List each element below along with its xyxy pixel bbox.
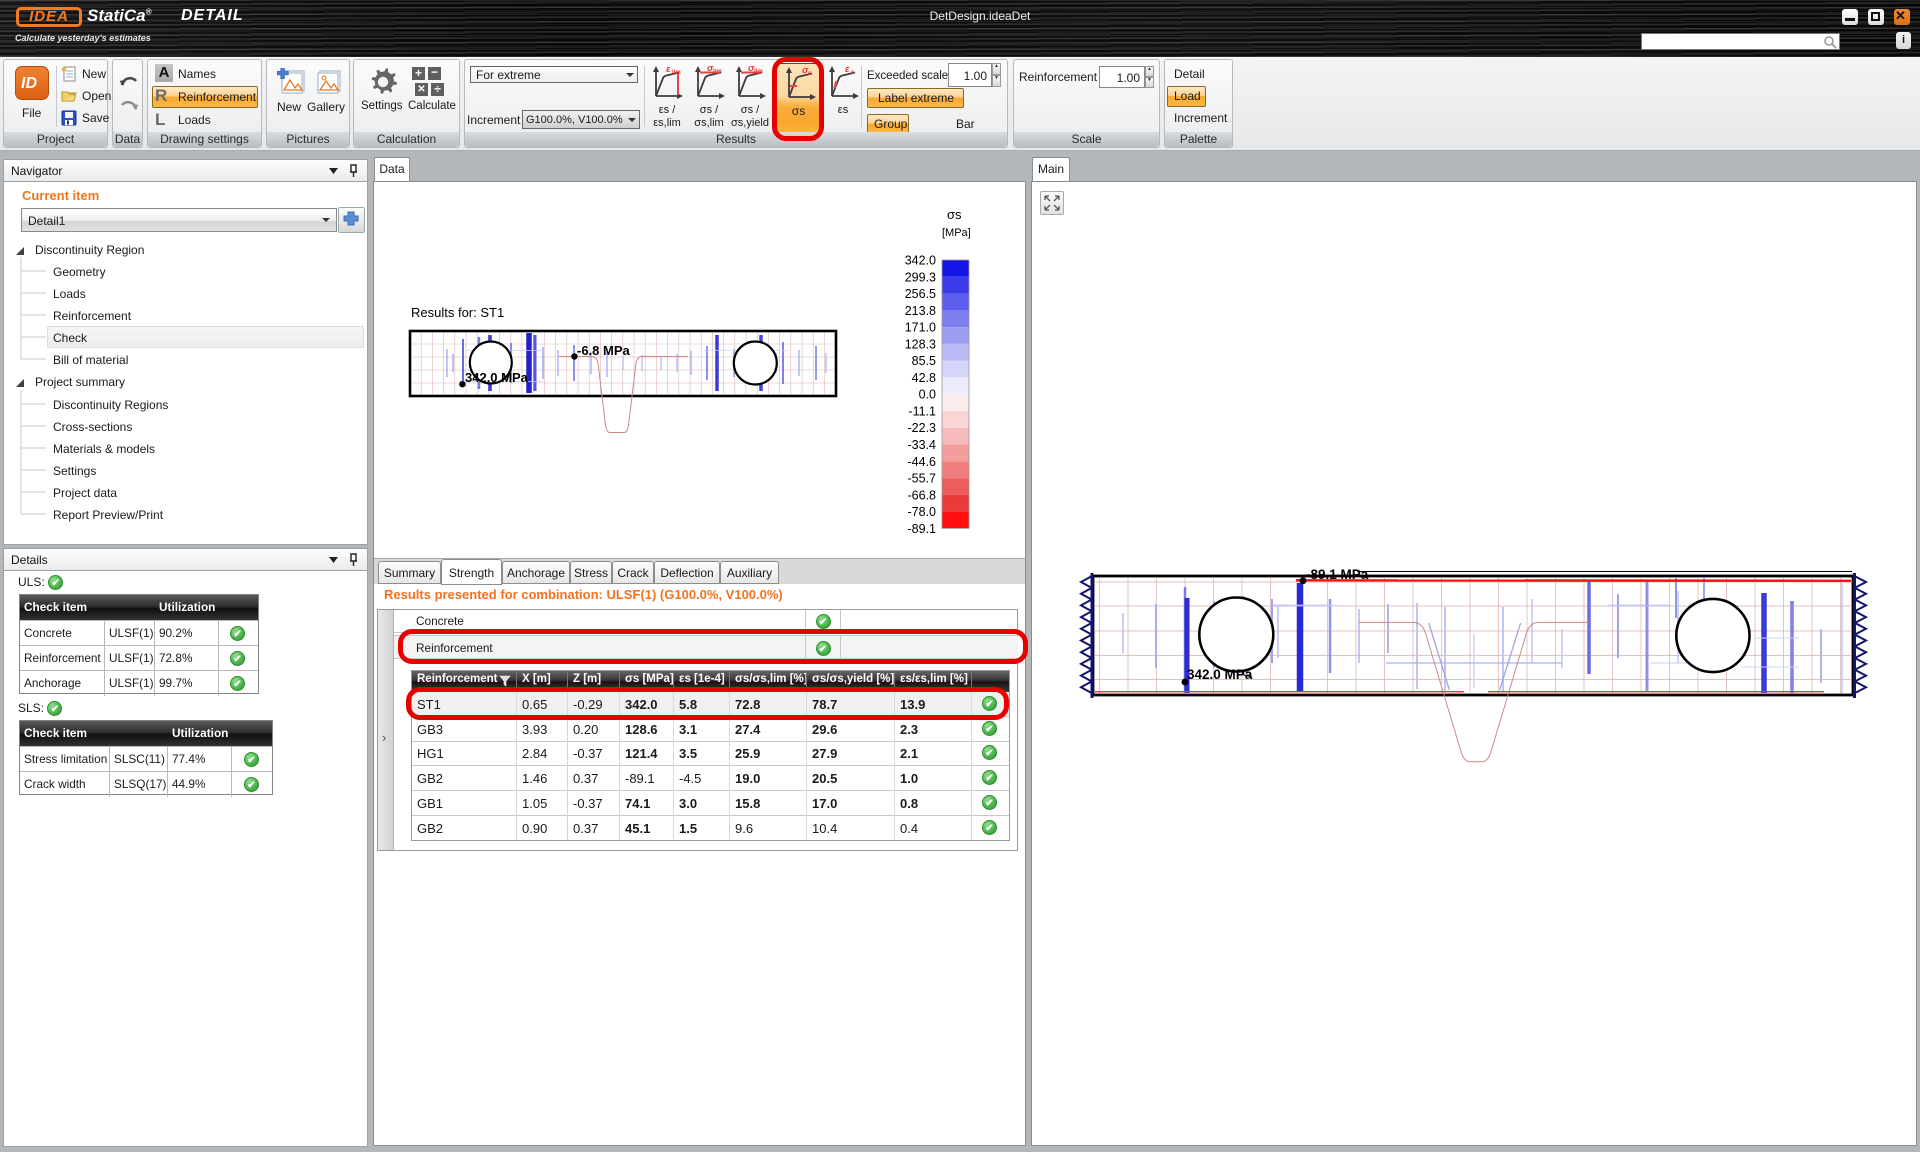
svg-text:128.3: 128.3 xyxy=(905,337,936,351)
svg-text:299.3: 299.3 xyxy=(905,270,936,284)
svg-text:342.0 MPa: 342.0 MPa xyxy=(465,370,529,385)
svg-text:0.0: 0.0 xyxy=(919,388,936,402)
svg-text:42.8: 42.8 xyxy=(912,371,936,385)
svg-text:-22.3: -22.3 xyxy=(908,421,937,435)
svg-text:-11.1: -11.1 xyxy=(908,405,936,419)
svg-text:lim: lim xyxy=(713,69,722,75)
svg-text:-44.6: -44.6 xyxy=(908,455,937,469)
svg-text:σs: σs xyxy=(947,207,962,222)
svg-text:256.5: 256.5 xyxy=(905,287,936,301)
svg-text:lim: lim xyxy=(672,70,681,76)
svg-text:-78.0: -78.0 xyxy=(908,505,937,519)
svg-text:lim: lim xyxy=(754,69,763,75)
svg-text:342.0: 342.0 xyxy=(905,254,936,268)
svg-text:Results for: ST1: Results for: ST1 xyxy=(411,305,504,320)
svg-text:-33.4: -33.4 xyxy=(908,438,937,452)
svg-text:85.5: 85.5 xyxy=(912,354,936,368)
svg-text:ε: ε xyxy=(666,64,671,75)
svg-text:-66.8: -66.8 xyxy=(908,488,937,502)
svg-text:-89.1 MPa: -89.1 MPa xyxy=(1306,567,1369,582)
svg-text:ε: ε xyxy=(845,64,850,75)
svg-text:-55.7: -55.7 xyxy=(908,472,937,486)
svg-text:-6.8 MPa: -6.8 MPa xyxy=(577,343,631,358)
svg-text:[MPa]: [MPa] xyxy=(942,227,971,239)
svg-text:171.0: 171.0 xyxy=(905,321,936,335)
svg-text:213.8: 213.8 xyxy=(905,304,936,318)
svg-text:-89.1: -89.1 xyxy=(908,522,937,536)
